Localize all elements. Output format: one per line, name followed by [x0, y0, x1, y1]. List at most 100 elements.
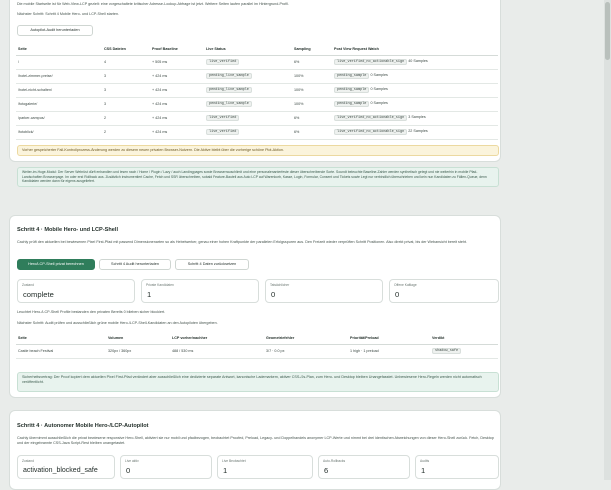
cell-baseline: + 505 ms [150, 55, 204, 70]
table-row: /fotoblick/ 2 + 424 ms live_verified 6% … [16, 125, 498, 140]
cell-baseline: + 424 ms [150, 83, 204, 98]
stat-label: Zustand [22, 459, 34, 463]
column-header: Seite [16, 334, 106, 345]
cell-baseline: + 424 ms [150, 111, 204, 126]
stats-row: Zustand complete Private Kandidaten 1 Ta… [17, 279, 499, 303]
stat-value: complete [23, 290, 54, 299]
stat-label: Auto-Rollbacks [323, 459, 346, 463]
column-header: Seite [16, 45, 102, 56]
cell-seite: /hotel-zimmer-preise/ [16, 69, 102, 84]
next-step-text: Nächster Schritt: Audit prüfen und aussc… [17, 321, 218, 325]
cell-seite: /fotoblick/ [16, 125, 102, 140]
stat-card-state: Zustand activation_blocked_safe [17, 455, 115, 479]
stat-value: 1 [147, 290, 152, 299]
table-row: Castle beach Festival 320px / 360px 488 … [16, 344, 498, 359]
step4-audit-download-button[interactable]: Schritt 4 Audit herunterladen [99, 259, 171, 270]
stat-card-actual: Tatsächlicher 0 [265, 279, 383, 303]
section-intro: Cachly prüft den aktuellen bei bewiesene… [17, 240, 468, 244]
cell-sampling: 6% [292, 111, 332, 126]
stat-label: Live Beobachtet [222, 459, 246, 463]
stat-card-state: Zustand complete [17, 279, 135, 303]
stat-value: 1 [421, 466, 426, 475]
cell-seite: /parker-campus/ [16, 111, 102, 126]
intro-text: Die mobile Startseite ist für Web-View-L… [17, 2, 289, 6]
stat-value: 0 [395, 290, 400, 299]
cell-seite: /fotogalerie/ [16, 97, 102, 112]
column-header: Priorität/Preload [348, 334, 430, 345]
column-header: Proof Baseline [150, 45, 204, 56]
stat-card-audits: Audits 1 [415, 455, 499, 479]
watch-badge: pending_sample [334, 101, 370, 108]
table-row: / 4 + 505 ms live_verified 6% live_verif… [16, 55, 498, 70]
next-step-text: Nächster Schritt: Schritt 4 Mobile Hero-… [17, 12, 120, 16]
step4-reset-button[interactable]: Schritt 4 Daten zurücksetzen [175, 259, 249, 270]
column-header: LCP vorher/nachher [170, 334, 264, 345]
cell-css: 3 [102, 97, 150, 112]
stat-card-live-observed: Live Beobachtet 1 [217, 455, 313, 479]
cell-sampling: 100% [292, 83, 332, 98]
cell-css: 4 [102, 55, 150, 70]
stat-label: Tatsächlicher [270, 283, 290, 287]
stat-card-candidates: Private Kandidaten 1 [141, 279, 259, 303]
page-scrollbar[interactable] [604, 0, 611, 480]
column-header: Live Status [204, 45, 292, 56]
column-header: Verdikt [430, 334, 498, 345]
hero-candidates-table: Seite Volumen LCP vorher/nachher Geometr… [16, 334, 498, 359]
watch-samples: 3 Samples [408, 115, 426, 120]
cell-sampling: 100% [292, 97, 332, 112]
column-header: CSS Dateien [102, 45, 150, 56]
page-status-table: Seite CSS Dateien Proof Baseline Live St… [16, 45, 498, 140]
watch-samples: 40 Samples [408, 59, 428, 64]
security-notice: Sicherheitsvertrag: Der Proof kopiert de… [17, 372, 499, 392]
section-title: Schritt 4 · Mobile Hero- und LCP-Shell [17, 227, 119, 233]
stat-value: activation_blocked_safe [23, 467, 98, 474]
cell-css: 3 [102, 83, 150, 98]
cell-sampling: 6% [292, 125, 332, 140]
scrollbar-thumb[interactable] [605, 2, 610, 60]
cell-baseline: + 424 ms [150, 125, 204, 140]
stat-card-live-active: Live aktiv 0 [120, 455, 212, 479]
column-header: Sampling [292, 45, 332, 56]
status-badge: live_verified [206, 115, 240, 122]
watch-samples: 0 Samples [370, 101, 388, 106]
watch-badge: pending_sample [334, 87, 370, 94]
cell-sampling: 6% [292, 55, 332, 70]
hero-shell-compute-button[interactable]: Hero/LCP-Shell privat berechnen [17, 259, 95, 270]
stat-label: Zustand [22, 283, 34, 287]
stat-card-open: Offene Kaltlage 0 [389, 279, 499, 303]
autopilot-audit-download-button[interactable]: Autopilot-Audit herunterladen [17, 25, 93, 36]
table-row: /parker-campus/ 2 + 424 ms live_verified… [16, 111, 498, 126]
watch-samples: 0 Samples [370, 87, 388, 92]
step3-card: Die mobile Startseite ist für Web-View-L… [9, 0, 501, 187]
warning-notice: Vorher gespeicherter Fall-Kontrollprozes… [17, 145, 499, 156]
cell-css: 3 [102, 69, 150, 84]
column-header: Geometriefehler [264, 334, 348, 345]
table-row: /hotel-nicht-schalten/ 3 + 424 ms pendin… [16, 83, 498, 98]
cell-geometry: 3/7 · 0.0 px [264, 344, 348, 359]
table-row: /fotogalerie/ 3 + 424 ms pending_live_sa… [16, 97, 498, 112]
column-header: Volumen [106, 334, 170, 345]
cell-priority: 1 high · 1 preload [348, 344, 430, 359]
cell-sampling: 100% [292, 69, 332, 84]
watch-badge: live_verified_no_actionable_sign [334, 115, 408, 122]
cell-lcp: 488 / 530 ms [170, 344, 264, 359]
cell-css: 2 [102, 125, 150, 140]
stat-label: Live aktiv [125, 459, 139, 463]
cell-volumen: 320px / 360px [106, 344, 170, 359]
stat-card-rollbacks: Auto-Rollbacks 6 [318, 455, 410, 479]
status-badge: pending_live_sample [206, 101, 252, 108]
status-badge: pending_live_sample [206, 73, 252, 80]
status-badge: live_verified [206, 129, 240, 136]
cell-seite: Castle beach Festival [16, 344, 106, 359]
stat-label: Private Kandidaten [146, 283, 174, 287]
watch-badge: live_verified_no_actionable_sign [334, 59, 408, 66]
section-title: Schritt 4 · Autonomer Mobile Hero-/LCP-A… [17, 423, 149, 429]
cell-seite: / [16, 55, 102, 70]
stat-value: 1 [223, 466, 228, 475]
verdict-badge: shadow_safe [432, 348, 462, 355]
stats-row: Zustand activation_blocked_safe Live akt… [17, 455, 499, 479]
watch-samples: 0 Samples [370, 73, 388, 78]
watch-badge: live_verified_no_actionable_sign [334, 129, 408, 136]
section-intro: Cachly übernimmt ausschließlich die priv… [17, 436, 494, 445]
stat-value: 6 [324, 466, 329, 475]
